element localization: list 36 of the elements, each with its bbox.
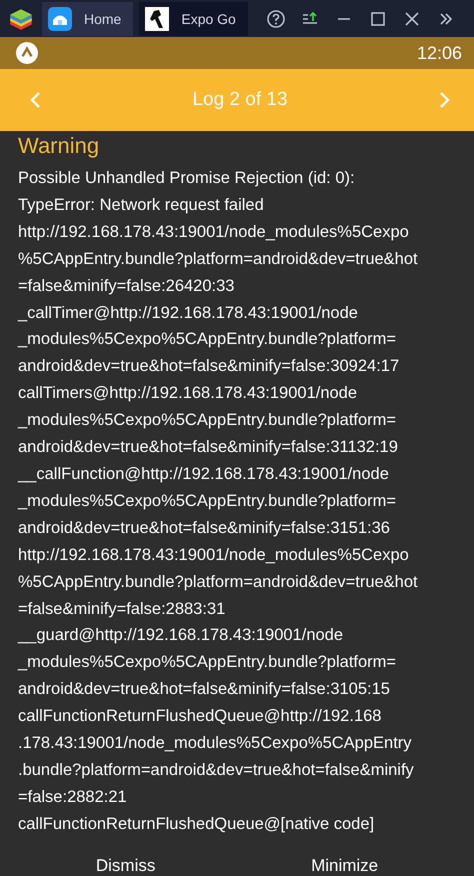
window-tab[interactable]: Expo Go <box>139 2 248 36</box>
log-line: android&dev=true&hot=false&minify=false:3151:36 <box>18 518 391 539</box>
log-line: =false:2882:21 <box>18 786 128 808</box>
log-title: Log 2 of 13 <box>192 89 288 111</box>
log-line: =false&minify=false:2883:31 <box>18 598 226 620</box>
log-line: callFunctionReturnFlushedQueue@http://192.168 <box>18 706 382 728</box>
log-line: __callFunction@http://192.168.178.43:19001/node <box>18 464 390 485</box>
log-line: .bundle?platform=android&dev=true&hot=false&minify <box>18 760 415 781</box>
log-line: .178.43:19001/node_modules%5Cexpo%5CAppEntry <box>18 733 413 754</box>
log-line: callTimers@http://192.168.178.43:19001/node <box>18 383 358 404</box>
log-line: _modules%5Cexpo%5CAppEntry.bundle?platform= <box>18 490 398 512</box>
log-line: %5CAppEntry.bundle?platform=android&dev=true&hot <box>18 572 419 593</box>
log-line: %5CAppEntry.bundle?platform=android&dev=true&hot <box>18 248 419 270</box>
log-line: _modules%5Cexpo%5CAppEntry.bundle?platform= <box>18 652 398 674</box>
log-line: http://192.168.178.43:19001/node_modules%5Cexpo <box>18 544 410 566</box>
app-logo-icon <box>16 42 38 64</box>
log-line: _modules%5Cexpo%5CAppEntry.bundle?platform= <box>18 410 398 432</box>
warning-heading: Warning <box>18 133 100 159</box>
figure-icon <box>145 6 170 30</box>
house-icon <box>48 6 72 30</box>
log-line: _modules%5Cexpo%5CAppEntry.bundle?platform= <box>18 329 398 350</box>
help-icon[interactable] <box>266 8 286 28</box>
log-line: =false&minify=false:26420:33 <box>18 276 236 297</box>
log-line: _callTimer@http://192.168.178.43:19001/node <box>18 302 359 324</box>
log-line: TypeError: Network request failed <box>18 194 265 216</box>
clock-time: 12:06 <box>416 42 462 64</box>
log-line: android&dev=true&hot=false&minify=false:3105:15 <box>18 679 391 700</box>
minimize-button[interactable]: Minimize <box>295 848 394 876</box>
log-line: http://192.168.178.43:19001/node_modules%5Cexpo <box>18 222 410 243</box>
dismiss-button[interactable]: Dismiss <box>80 848 172 876</box>
log-line: __guard@http://192.168.178.43:19001/node <box>18 625 344 646</box>
log-line: android&dev=true&hot=false&minify=false:31132:19 <box>18 437 399 458</box>
log-line: callFunctionReturnFlushedQueue@[native code] <box>18 814 376 835</box>
log-line: android&dev=true&hot=false&minify=false:30924:17 <box>18 356 400 378</box>
window-tab[interactable]: Home <box>42 2 134 36</box>
log-line: Possible Unhandled Promise Rejection (id: 0): <box>18 168 356 189</box>
